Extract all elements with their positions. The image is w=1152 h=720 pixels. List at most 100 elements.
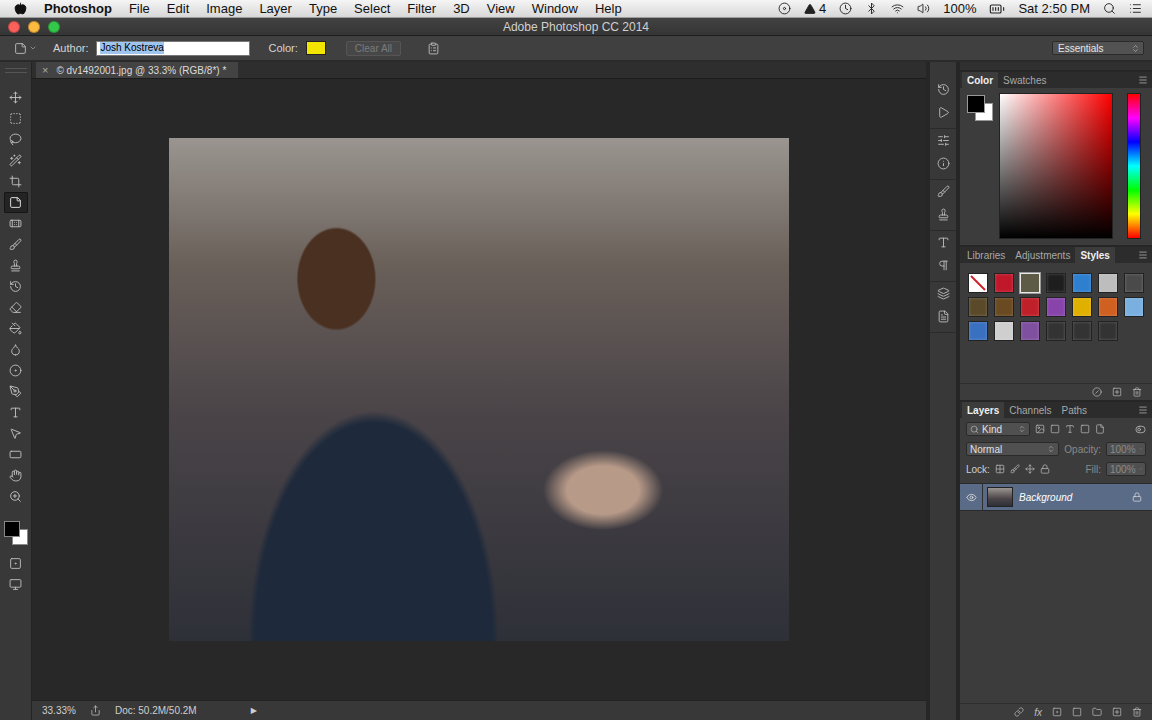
filter-toggle-icon[interactable] — [1135, 424, 1146, 435]
style-swatch[interactable] — [1098, 297, 1118, 317]
tool-button[interactable] — [4, 402, 28, 423]
status-menu-arrow[interactable]: ▶ — [251, 706, 257, 715]
canvas[interactable] — [32, 79, 926, 700]
trash-icon[interactable] — [1132, 707, 1142, 717]
document-tab[interactable]: ×© dv1492001.jpg @ 33.3% (RGB/8*) * — [36, 62, 238, 78]
notifications-icon[interactable] — [1129, 2, 1142, 15]
brush-presets-icon[interactable] — [937, 185, 950, 198]
tool-button[interactable] — [4, 213, 28, 234]
tool-button[interactable] — [4, 465, 28, 486]
volume-icon[interactable] — [917, 2, 930, 15]
style-swatch[interactable] — [1098, 321, 1118, 341]
filter-kind-select[interactable]: Kind — [966, 422, 1030, 436]
battery-icon[interactable] — [989, 1, 1005, 17]
style-swatch[interactable] — [1046, 321, 1066, 341]
app-menu[interactable]: Photoshop — [44, 1, 112, 17]
screen-mode-button[interactable] — [4, 574, 28, 595]
notes-panel-icon[interactable] — [427, 42, 440, 55]
style-swatch[interactable] — [968, 321, 988, 341]
tool-button[interactable] — [4, 192, 28, 213]
menu-item[interactable]: Type — [309, 1, 337, 17]
panel-tab[interactable]: Styles — [1075, 247, 1114, 263]
clock[interactable]: Sat 2:50 PM — [1018, 1, 1090, 17]
style-swatch[interactable] — [1124, 273, 1144, 293]
zoom-level[interactable]: 33.33% — [42, 705, 76, 716]
tool-button[interactable] — [4, 276, 28, 297]
clear-all-button[interactable]: Clear All — [346, 41, 401, 56]
note-color-swatch[interactable] — [306, 41, 326, 55]
style-swatch[interactable] — [994, 321, 1014, 341]
style-swatch[interactable] — [1072, 297, 1092, 317]
style-swatch[interactable] — [1098, 273, 1118, 293]
lock-pixels-icon[interactable] — [1010, 464, 1020, 474]
style-swatch[interactable] — [994, 297, 1014, 317]
link-icon[interactable] — [1014, 707, 1024, 717]
foreground-color[interactable] — [4, 521, 20, 537]
foreground-color[interactable] — [967, 95, 985, 113]
panel-menu[interactable] — [1138, 402, 1152, 418]
layer-comps-icon[interactable] — [937, 287, 950, 300]
style-swatch[interactable] — [1020, 297, 1040, 317]
adjustment-layer-icon[interactable] — [1072, 707, 1082, 717]
menu-item[interactable]: View — [487, 1, 515, 17]
menu-item[interactable]: Layer — [259, 1, 292, 17]
tool-button[interactable] — [4, 234, 28, 255]
notes-icon[interactable] — [937, 310, 950, 323]
tool-button[interactable] — [4, 171, 28, 192]
record-icon[interactable] — [778, 2, 791, 15]
history-icon[interactable] — [937, 83, 950, 96]
style-swatch[interactable] — [994, 273, 1014, 293]
workspace-select[interactable]: Essentials — [1052, 41, 1144, 55]
minimize-button[interactable] — [28, 21, 40, 33]
style-swatch[interactable] — [1072, 321, 1092, 341]
trash-icon[interactable] — [1132, 387, 1142, 397]
blend-mode-select[interactable]: Normal — [966, 442, 1059, 456]
panel-tab[interactable]: Paths — [1057, 402, 1093, 418]
panel-menu[interactable] — [1138, 72, 1152, 88]
panel-tab[interactable]: Adjustments — [1010, 247, 1075, 263]
share-icon[interactable] — [90, 705, 101, 716]
tool-button[interactable] — [4, 108, 28, 129]
adobe-badge[interactable]: 4 — [804, 1, 826, 17]
visibility-toggle[interactable] — [960, 484, 983, 510]
style-swatch[interactable] — [1046, 297, 1066, 317]
tool-button[interactable] — [4, 255, 28, 276]
lock-all-icon[interactable] — [1040, 464, 1050, 474]
shape-filter-icon[interactable] — [1080, 424, 1090, 434]
new-style-icon[interactable] — [1112, 387, 1122, 397]
tool-button[interactable] — [4, 423, 28, 444]
time-machine-icon[interactable] — [839, 2, 852, 15]
panel-grip[interactable] — [5, 68, 27, 73]
group-icon[interactable] — [1092, 707, 1102, 717]
opacity-field[interactable]: 100% — [1106, 442, 1146, 456]
info-icon[interactable] — [937, 157, 950, 170]
author-field[interactable]: Josh Kostreva — [96, 41, 250, 56]
actions-icon[interactable] — [937, 106, 950, 119]
panel-tab[interactable]: Swatches — [998, 72, 1051, 88]
zoom-button[interactable] — [48, 21, 60, 33]
tool-button[interactable] — [4, 150, 28, 171]
clone-source-icon[interactable] — [937, 208, 950, 221]
dock-bar[interactable] — [960, 62, 1152, 70]
pixel-filter-icon[interactable] — [1035, 424, 1045, 434]
tool-button[interactable] — [4, 339, 28, 360]
smart-object-filter-icon[interactable] — [1095, 424, 1105, 434]
menu-item[interactable]: Filter — [407, 1, 436, 17]
panel-tab[interactable]: Color — [962, 72, 998, 88]
hue-slider[interactable] — [1127, 93, 1141, 239]
spotlight-icon[interactable] — [1103, 2, 1116, 15]
tool-button[interactable] — [4, 87, 28, 108]
lock-position-icon[interactable] — [1025, 464, 1035, 474]
tool-button[interactable] — [4, 129, 28, 150]
panel-tab[interactable]: Channels — [1004, 402, 1056, 418]
menu-item[interactable]: Help — [595, 1, 622, 17]
panel-menu[interactable] — [1138, 247, 1152, 263]
tool-button[interactable] — [4, 381, 28, 402]
mask-icon[interactable] — [1052, 707, 1062, 717]
wifi-icon[interactable] — [891, 2, 904, 15]
tool-button[interactable] — [4, 486, 28, 507]
document-image[interactable] — [169, 138, 789, 641]
tool-button[interactable] — [4, 444, 28, 465]
style-swatch[interactable] — [1020, 321, 1040, 341]
style-swatch[interactable] — [1124, 297, 1144, 317]
